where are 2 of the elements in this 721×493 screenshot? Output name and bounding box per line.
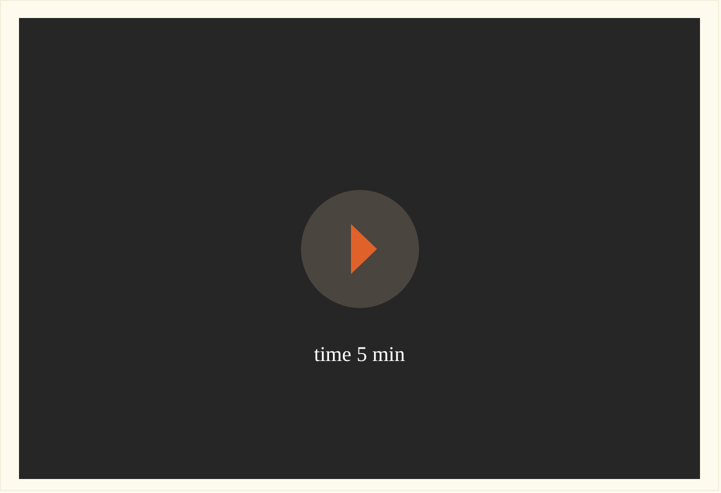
play-icon xyxy=(350,224,376,274)
video-duration: time 5 min xyxy=(314,342,405,366)
